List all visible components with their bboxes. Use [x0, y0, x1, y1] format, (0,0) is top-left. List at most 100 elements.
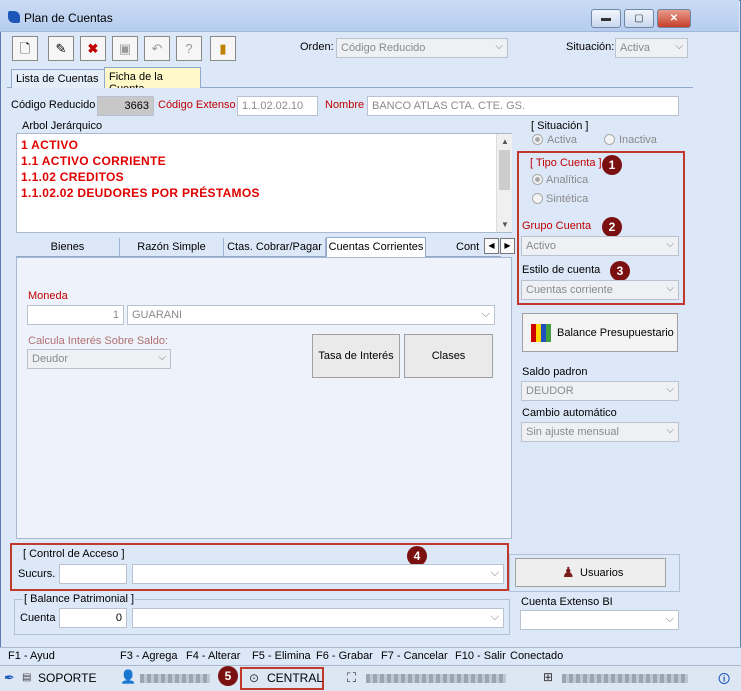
help-icon[interactable]: ? [176, 36, 202, 61]
taskbar-central[interactable]: CENTRAL [267, 671, 323, 685]
clases-button[interactable]: Clases [404, 334, 493, 378]
tab-cont[interactable]: Cont [426, 238, 482, 257]
chevron-down-icon[interactable]: ▼ [501, 220, 509, 229]
tree-item[interactable]: 1.1.02 CREDITOS [21, 170, 124, 184]
codigo-reducido-field[interactable]: 3663 [97, 96, 154, 116]
status-conectado: Conectado [510, 650, 564, 662]
tasa-interes-button[interactable]: Tasa de Interés [312, 334, 400, 378]
grupo-cuenta-select[interactable]: Activo ⌵ [521, 236, 679, 256]
status-f1: F1 - Ayud [8, 650, 55, 662]
chevron-down-icon: ⌵ [490, 567, 499, 579]
window-title: Plan de Cuentas [24, 11, 113, 25]
location-pin-icon: ⊙ [249, 671, 260, 685]
orden-label: Orden: [300, 41, 334, 53]
badge-5: 5 [218, 666, 238, 686]
moneda-code-field[interactable]: 1 [27, 305, 124, 325]
situacion-activa-radio[interactable] [532, 134, 543, 145]
estilo-cuenta-select[interactable]: Cuentas corriente ⌵ [521, 280, 679, 300]
tree-scrollbar[interactable]: ▲ ▼ [496, 134, 512, 232]
minimize-button[interactable]: ▬ [591, 9, 621, 28]
info-icon[interactable]: 🛈 [718, 670, 730, 691]
user-icon: ♟ [562, 564, 575, 580]
taskbar-soporte[interactable]: SOPORTE [38, 671, 96, 685]
sucursal-select[interactable]: ⌵ [132, 564, 504, 584]
scrollbar-thumb[interactable] [499, 150, 510, 190]
exit-icon[interactable]: ▮ [210, 36, 236, 61]
tab-scroll-right-icon[interactable]: ▶ [500, 238, 515, 254]
cuenta-code-field[interactable]: 0 [59, 608, 127, 628]
tree-item[interactable]: 1.1.02.02 DEUDORES POR PRÉSTAMOS [21, 186, 260, 200]
pen-icon: ✒ [4, 670, 15, 685]
save-icon[interactable]: ▣ [112, 36, 138, 61]
edit-document-icon[interactable]: ✎ [48, 36, 74, 61]
cambio-automatico-select[interactable]: Sin ajuste mensual ⌵ [521, 422, 679, 442]
usuarios-label: Usuarios [580, 567, 624, 579]
cuenta-label: Cuenta [20, 612, 56, 624]
sucursal-code-field[interactable] [59, 564, 127, 584]
tab-ficha-de-la-cuenta[interactable]: Ficha de la Cuenta [104, 67, 201, 95]
estilo-cuenta-value: Cuentas corriente [526, 284, 613, 296]
detail-tabs: Bienes Razón Simple Ctas. Cobrar/Pagar C… [16, 237, 515, 257]
restore-button[interactable]: ▢ [624, 9, 654, 28]
situacion-activa-label: Activa [547, 134, 577, 146]
usuarios-button[interactable]: ♟ Usuarios [515, 558, 666, 587]
chevron-down-icon: ⌵ [666, 384, 674, 395]
analitica-radio[interactable] [532, 174, 543, 185]
badge-2: 2 [602, 217, 622, 237]
new-document-icon[interactable]: 🗋 [12, 36, 38, 61]
expand-icon: ⛶ [347, 670, 357, 685]
badge-1: 1 [602, 155, 622, 175]
situacion-inactiva-label: Inactiva [619, 134, 657, 146]
cuenta-extenso-bi-select[interactable]: ⌵ [520, 610, 679, 630]
chevron-down-icon: ⌵ [666, 425, 674, 436]
tipo-cuenta-title: [ Tipo Cuenta ] [530, 157, 602, 169]
chevron-down-icon: ⌵ [495, 41, 503, 52]
cuenta-select[interactable]: ⌵ [132, 608, 504, 628]
analitica-label: Analítica [546, 174, 589, 186]
chevron-up-icon[interactable]: ▲ [501, 137, 509, 146]
tab-scroll-left-icon[interactable]: ◀ [484, 238, 499, 254]
chevron-down-icon: ⌵ [490, 611, 499, 623]
chevron-down-icon: ⌵ [666, 239, 674, 250]
calcula-interes-select[interactable]: Deudor ⌵ [27, 349, 171, 369]
saldo-padron-select[interactable]: DEUDOR ⌵ [521, 381, 679, 401]
tab-bienes[interactable]: Bienes [16, 238, 120, 257]
saldo-padron-value: DEUDOR [526, 385, 574, 397]
undo-icon[interactable]: ↶ [144, 36, 170, 61]
situacion-filter-label: Situación: [566, 41, 615, 53]
sintetica-label: Sintética [546, 193, 589, 205]
chevron-down-icon: ⌵ [675, 41, 683, 52]
chevron-down-icon: ⌵ [666, 283, 674, 294]
nombre-field[interactable]: BANCO ATLAS CTA. CTE. GS. [367, 96, 679, 116]
status-f7: F7 - Cancelar [381, 650, 448, 662]
chevron-down-icon: ⌵ [481, 308, 490, 320]
tab-cuentas-corrientes[interactable]: Cuentas Corrientes [326, 237, 426, 257]
database-icon: ▤ [22, 672, 32, 683]
account-tree[interactable]: 1 ACTIVO 1.1 ACTIVO CORRIENTE 1.1.02 CRE… [16, 133, 512, 233]
chevron-down-icon: ⌵ [665, 613, 674, 625]
grupo-cuenta-value: Activo [526, 240, 556, 252]
tree-item[interactable]: 1 ACTIVO [21, 138, 78, 152]
tab-lista-de-cuentas[interactable]: Lista de Cuentas [11, 69, 105, 88]
app-icon [8, 11, 20, 23]
balance-presupuestario-button[interactable]: Balance Presupuestario [522, 313, 678, 352]
control-acceso-title: [ Control de Acceso ] [23, 548, 125, 560]
status-bar: F1 - Ayud F3 - Agrega F4 - Alterar F5 - … [0, 647, 741, 665]
situacion-inactiva-radio[interactable] [604, 134, 615, 145]
sintetica-radio[interactable] [532, 193, 543, 204]
title-bar[interactable]: Plan de Cuentas ▬ ▢ ✕ [0, 0, 739, 32]
tab-ctas-cobrar-pagar[interactable]: Ctas. Cobrar/Pagar [224, 238, 326, 257]
tab-razon-simple[interactable]: Razón Simple [120, 238, 224, 257]
cambio-automatico-value: Sin ajuste mensual [526, 426, 619, 438]
situacion-filter-select[interactable]: Activa ⌵ [615, 38, 688, 58]
tree-item[interactable]: 1.1 ACTIVO CORRIENTE [21, 154, 166, 168]
badge-4: 4 [407, 546, 427, 566]
estilo-cuenta-label: Estilo de cuenta [522, 264, 601, 276]
codigo-extenso-label: Código Extenso [158, 99, 236, 111]
codigo-extenso-field[interactable]: 1.1.02.02.10 [237, 96, 318, 116]
close-button[interactable]: ✕ [657, 9, 691, 28]
balance-patrimonial-title: [ Balance Patrimonial ] [23, 593, 136, 605]
delete-icon[interactable]: ✖ [80, 36, 106, 61]
moneda-select[interactable]: GUARANI ⌵ [127, 305, 495, 325]
orden-select[interactable]: Código Reducido ⌵ [336, 38, 508, 58]
